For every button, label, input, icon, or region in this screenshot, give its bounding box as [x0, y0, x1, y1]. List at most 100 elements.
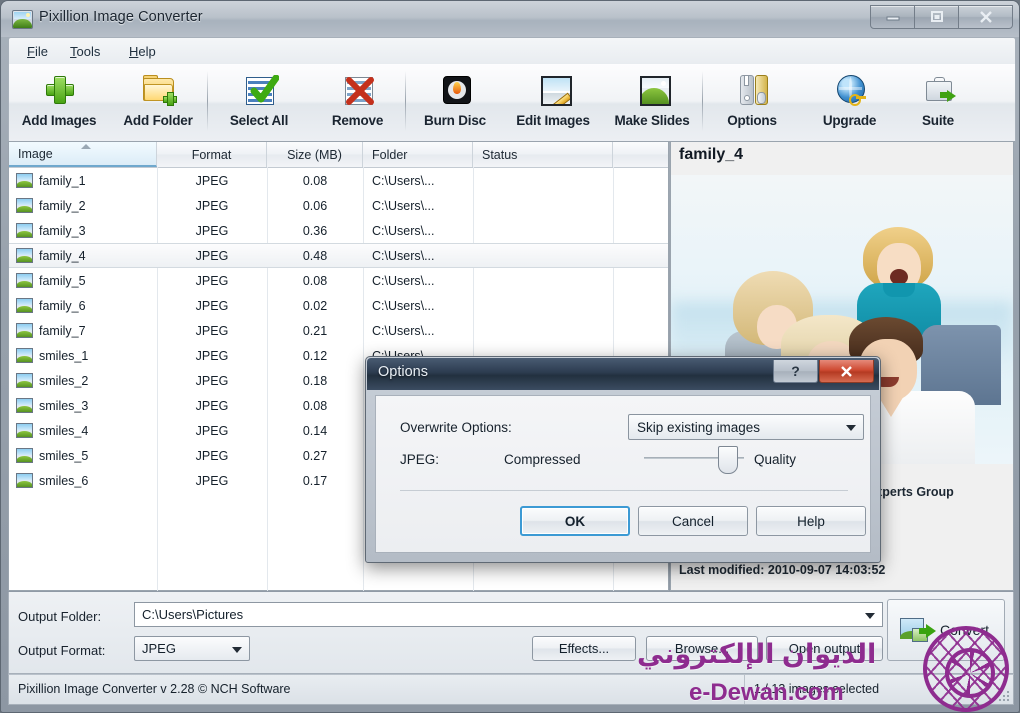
- title-bar: Pixillion Image Converter: [1, 1, 1019, 37]
- cell-size: 0.12: [302, 348, 328, 363]
- close-button[interactable]: [958, 5, 1013, 29]
- browse-button[interactable]: Browse...: [646, 636, 758, 661]
- image-thumbnail-icon: [16, 273, 33, 288]
- output-folder-input[interactable]: C:\Users\Pictures: [134, 602, 883, 627]
- dialog-help-button[interactable]: ?: [773, 360, 818, 383]
- maximize-button[interactable]: [914, 5, 959, 29]
- toolbar-suite[interactable]: Suite: [898, 64, 978, 141]
- cell-size: 0.08: [302, 173, 328, 188]
- cell-format: JPEG: [195, 198, 229, 213]
- help-button[interactable]: Help: [756, 506, 866, 536]
- cell-format: JPEG: [195, 248, 229, 263]
- cell-image: smiles_2: [9, 373, 157, 388]
- file-list-header: Image Format Size (MB) Folder Status: [9, 142, 668, 168]
- ok-button[interactable]: OK: [520, 506, 630, 536]
- cell-image-label: family_1: [39, 173, 86, 188]
- table-row[interactable]: family_6 JPEG 0.02 C:\Users\...: [9, 293, 668, 318]
- toolbar-add-images[interactable]: Add Images: [9, 64, 109, 141]
- cell-image: family_6: [9, 298, 157, 313]
- status-version-text: Pixillion Image Converter v 2.28 © NCH S…: [18, 682, 291, 696]
- dialog-divider: [400, 490, 848, 491]
- open-output-button[interactable]: Open output: [766, 636, 883, 661]
- burn-disc-icon: [435, 70, 475, 110]
- wrench-screwdriver-icon: [732, 70, 772, 110]
- cell-image: smiles_1: [9, 348, 157, 363]
- toolbar: Add Images Add Folder Select All Remove …: [8, 64, 1016, 142]
- briefcase-arrow-icon: [918, 70, 958, 110]
- column-header-format[interactable]: Format: [157, 142, 267, 167]
- cell-image-label: smiles_2: [39, 373, 89, 388]
- dialog-close-button[interactable]: [819, 360, 874, 383]
- toolbar-upgrade[interactable]: Upgrade: [801, 64, 898, 141]
- column-header-image[interactable]: Image: [9, 142, 157, 167]
- cell-image: family_1: [9, 173, 157, 188]
- image-thumbnail-icon: [16, 373, 33, 388]
- table-row[interactable]: family_1 JPEG 0.08 C:\Users\...: [9, 168, 668, 193]
- options-dialog: Options ? Overwrite Options: Skip existi…: [365, 356, 881, 563]
- chevron-down-icon[interactable]: [846, 425, 856, 431]
- status-bar: Pixillion Image Converter v 2.28 © NCH S…: [8, 674, 1014, 705]
- cancel-button[interactable]: Cancel: [638, 506, 748, 536]
- menu-file[interactable]: FFileile: [21, 43, 54, 60]
- chevron-down-icon[interactable]: [232, 646, 242, 653]
- toolbar-select-all[interactable]: Select All: [208, 64, 310, 141]
- cell-size: 0.27: [302, 448, 328, 463]
- minimize-button[interactable]: [870, 5, 915, 29]
- dialog-title: Options: [378, 364, 428, 380]
- column-header-size[interactable]: Size (MB): [267, 142, 363, 167]
- cell-image-label: family_3: [39, 223, 86, 238]
- effects-button[interactable]: Effects...: [532, 636, 636, 661]
- cell-image-label: smiles_1: [39, 348, 89, 363]
- cell-format: JPEG: [195, 273, 229, 288]
- column-header-status[interactable]: Status: [473, 142, 613, 167]
- cell-format: JPEG: [195, 473, 229, 488]
- table-row[interactable]: family_2 JPEG 0.06 C:\Users\...: [9, 193, 668, 218]
- column-header-folder[interactable]: Folder: [363, 142, 473, 167]
- toolbar-burn-disc[interactable]: Burn Disc: [406, 64, 504, 141]
- quality-label: Quality: [754, 452, 797, 467]
- slider-thumb[interactable]: [718, 446, 738, 474]
- image-thumbnail-icon: [16, 423, 33, 438]
- table-row[interactable]: family_7 JPEG 0.21 C:\Users\...: [9, 318, 668, 343]
- dialog-window-controls: ?: [772, 360, 874, 383]
- toolbar-add-folder[interactable]: Add Folder: [109, 64, 207, 141]
- output-folder-label: Output Folder:: [18, 609, 102, 624]
- cell-image: smiles_4: [9, 423, 157, 438]
- convert-label: Convert: [940, 622, 990, 638]
- cell-folder: C:\Users\...: [372, 173, 435, 188]
- cell-image-label: smiles_5: [39, 448, 89, 463]
- cell-image: family_4: [9, 248, 157, 263]
- image-thumbnail-icon: [16, 223, 33, 238]
- cell-image: smiles_5: [9, 448, 157, 463]
- cell-size: 0.36: [302, 223, 328, 238]
- menu-help[interactable]: Help: [123, 43, 162, 60]
- cell-image-label: smiles_4: [39, 423, 89, 438]
- image-thumbnail-icon: [16, 323, 33, 338]
- toolbar-edit-images[interactable]: Edit Images: [504, 64, 602, 141]
- overwrite-options-select[interactable]: Skip existing images: [628, 414, 864, 440]
- make-slides-icon: [632, 70, 672, 110]
- cell-format: JPEG: [195, 448, 229, 463]
- image-thumbnail-icon: [16, 173, 33, 188]
- bottom-panel: Output Folder: C:\Users\Pictures Output …: [8, 592, 1014, 674]
- image-thumbnail-icon: [16, 398, 33, 413]
- toolbar-make-slides[interactable]: Make Slides: [602, 64, 702, 141]
- convert-button[interactable]: Convert: [887, 599, 1005, 661]
- jpeg-quality-slider[interactable]: [644, 446, 744, 474]
- chevron-down-icon[interactable]: [865, 612, 875, 619]
- toolbar-options[interactable]: Options: [703, 64, 801, 141]
- resize-grip[interactable]: [995, 687, 1009, 701]
- menu-tools[interactable]: Tools: [64, 43, 106, 60]
- cell-image: family_7: [9, 323, 157, 338]
- check-list-icon: [239, 70, 279, 110]
- cell-folder: C:\Users\...: [372, 298, 435, 313]
- output-format-select[interactable]: JPEG: [134, 636, 250, 661]
- table-row[interactable]: family_4 JPEG 0.48 C:\Users\...: [9, 243, 668, 268]
- table-row[interactable]: family_5 JPEG 0.08 C:\Users\...: [9, 268, 668, 293]
- cell-image-label: smiles_6: [39, 473, 89, 488]
- output-format-label: Output Format:: [18, 643, 106, 658]
- toolbar-remove[interactable]: Remove: [310, 64, 405, 141]
- cell-folder: C:\Users\...: [372, 198, 435, 213]
- table-row[interactable]: family_3 JPEG 0.36 C:\Users\...: [9, 218, 668, 243]
- cell-image-label: smiles_3: [39, 398, 89, 413]
